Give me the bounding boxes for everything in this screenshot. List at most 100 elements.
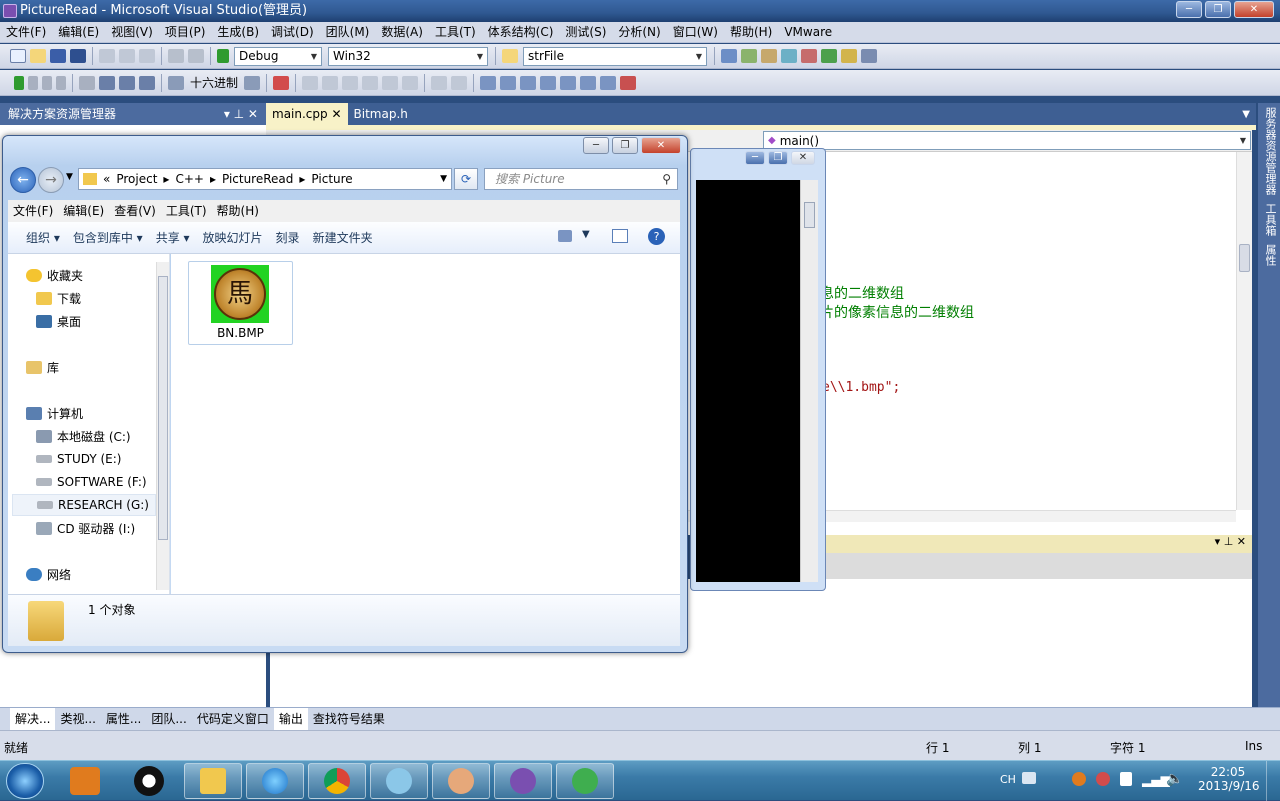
- tab-close-icon[interactable]: ✕: [331, 107, 341, 121]
- menu-tools[interactable]: 工具(T): [429, 22, 482, 43]
- tab-main-cpp[interactable]: main.cpp ✕: [266, 103, 348, 125]
- paste-icon[interactable]: [139, 49, 155, 63]
- tab-class-view[interactable]: 类视...: [55, 708, 100, 731]
- security-tray-icon[interactable]: [1096, 772, 1110, 786]
- burn-button[interactable]: 刻录: [276, 229, 300, 246]
- menu-architecture[interactable]: 体系结构(C): [482, 22, 560, 43]
- comment-icon[interactable]: [431, 75, 448, 90]
- menu-analyze[interactable]: 分析(N): [612, 22, 666, 43]
- ex-menu-help[interactable]: 帮助(H): [212, 200, 264, 222]
- config-select[interactable]: Debug ▼: [234, 46, 322, 66]
- console-restore-button[interactable]: ❐: [768, 151, 788, 165]
- keyboard-icon[interactable]: [1022, 772, 1036, 784]
- scroll-thumb[interactable]: [1239, 244, 1250, 272]
- forward-button[interactable]: →: [38, 167, 64, 193]
- breakpoint-icon[interactable]: [244, 75, 261, 90]
- continue-icon[interactable]: [14, 75, 24, 90]
- solution-explorer-icon[interactable]: [721, 49, 737, 63]
- window-icon[interactable]: [841, 49, 857, 63]
- show-desktop-button[interactable]: [1266, 761, 1280, 801]
- tab-server-explorer[interactable]: 服务器资源管理器: [1262, 103, 1278, 199]
- volume-icon[interactable]: 🔈: [1166, 771, 1183, 787]
- breadcrumb-cpp[interactable]: C++: [175, 172, 204, 186]
- file-list[interactable]: 馬 BN.BMP: [171, 254, 680, 594]
- tray-clock[interactable]: 22:05 2013/9/16: [1198, 765, 1260, 793]
- breadcrumb-chevron[interactable]: «: [103, 172, 110, 186]
- menu-edit[interactable]: 编辑(E): [52, 22, 105, 43]
- menu-vmware[interactable]: VMware: [778, 22, 838, 43]
- tab-solution-short[interactable]: 解决...: [10, 707, 56, 731]
- ex-menu-edit[interactable]: 编辑(E): [58, 200, 109, 222]
- menu-help[interactable]: 帮助(H): [724, 22, 778, 43]
- tab-toolbox[interactable]: 工具箱: [1262, 199, 1278, 240]
- share-button[interactable]: 共享 ▾: [156, 229, 190, 246]
- taskbar-chrome[interactable]: [308, 763, 366, 799]
- console-minimize-button[interactable]: ─: [745, 151, 765, 165]
- ex-menu-file[interactable]: 文件(F): [8, 200, 58, 222]
- object-browser-icon[interactable]: [761, 49, 777, 63]
- nav-favorites[interactable]: 收藏夹: [26, 264, 174, 286]
- minimize-button[interactable]: ─: [1176, 1, 1202, 18]
- bookmark-icon[interactable]: [480, 75, 497, 90]
- qq-tray-icon[interactable]: [1072, 772, 1086, 786]
- address-bar[interactable]: « Project ▸ C++ ▸ PictureRead ▸ Picture ▼: [78, 168, 452, 190]
- recent-pages-icon[interactable]: ▼: [66, 172, 73, 182]
- help-icon[interactable]: ?: [648, 228, 665, 245]
- search-icon[interactable]: ⚲: [662, 169, 671, 189]
- organize-button[interactable]: 组织 ▾: [26, 229, 60, 246]
- file-item[interactable]: 馬 BN.BMP: [188, 261, 293, 345]
- nav-scrollbar[interactable]: [156, 262, 169, 590]
- step-into-icon[interactable]: [99, 75, 115, 90]
- explorer-minimize-button[interactable]: ─: [583, 137, 609, 154]
- tab-team[interactable]: 团队...: [146, 708, 191, 731]
- breadcrumb-picture[interactable]: Picture: [311, 172, 352, 186]
- menu-view[interactable]: 视图(V): [105, 22, 159, 43]
- toolbox-icon[interactable]: [781, 49, 797, 63]
- input-language[interactable]: CH: [1000, 773, 1016, 786]
- console-close-button[interactable]: ✕: [791, 151, 815, 165]
- menu-build[interactable]: 生成(B): [211, 22, 265, 43]
- outdent-icon[interactable]: [402, 75, 419, 90]
- prev-bookmark-doc-icon[interactable]: [580, 75, 597, 90]
- next-bookmark-doc-icon[interactable]: [600, 75, 617, 90]
- console-scroll-thumb[interactable]: [804, 202, 815, 228]
- word-complete-icon[interactable]: [362, 75, 379, 90]
- taskbar-explorer[interactable]: [184, 763, 242, 799]
- action-center-icon[interactable]: [1120, 772, 1132, 786]
- breadcrumb-pictureread[interactable]: PictureRead: [222, 172, 293, 186]
- menu-project[interactable]: 项目(P): [159, 22, 212, 43]
- taskbar-app[interactable]: [556, 763, 614, 799]
- ex-menu-tools[interactable]: 工具(T): [161, 200, 212, 222]
- quick-watch-icon[interactable]: [168, 75, 184, 90]
- tab-bitmap-h[interactable]: Bitmap.h: [348, 103, 414, 125]
- tab-find-symbol[interactable]: 查找符号结果: [308, 708, 390, 731]
- taskbar-vs[interactable]: [494, 763, 552, 799]
- editor-vscrollbar[interactable]: [1236, 152, 1252, 510]
- stop-debug-icon[interactable]: [42, 75, 52, 90]
- output-panel-controls[interactable]: ▾ ⊥ ✕: [1215, 535, 1246, 548]
- prev-bookmark-icon[interactable]: [500, 75, 517, 90]
- parameter-info-icon[interactable]: [342, 75, 359, 90]
- console-scrollbar[interactable]: [800, 180, 818, 582]
- nav-computer[interactable]: 计算机: [26, 402, 174, 424]
- tools-icon[interactable]: [801, 49, 817, 63]
- tab-dropdown-icon[interactable]: ▼: [1242, 109, 1250, 120]
- refresh-button[interactable]: ⟳: [454, 168, 478, 190]
- break-all-icon[interactable]: [28, 75, 38, 90]
- explorer-maximize-button[interactable]: ❐: [612, 137, 638, 154]
- back-button[interactable]: ←: [10, 167, 36, 193]
- view-dropdown-icon[interactable]: ▼: [582, 229, 590, 240]
- output-window-icon[interactable]: [273, 75, 290, 90]
- find-in-files-icon[interactable]: [502, 49, 518, 63]
- save-icon[interactable]: [50, 49, 66, 63]
- tab-output[interactable]: 输出: [273, 707, 308, 731]
- explorer-close-button[interactable]: ✕: [641, 137, 681, 154]
- step-out-icon[interactable]: [139, 75, 155, 90]
- redo-icon[interactable]: [188, 49, 204, 63]
- restore-button[interactable]: ❐: [1205, 1, 1231, 18]
- menu-data[interactable]: 数据(A): [375, 22, 429, 43]
- nav-network[interactable]: 网络: [26, 563, 174, 585]
- find-combo[interactable]: strFile ▼: [523, 46, 707, 66]
- step-over-icon[interactable]: [119, 75, 135, 90]
- platform-select[interactable]: Win32 ▼: [328, 46, 488, 66]
